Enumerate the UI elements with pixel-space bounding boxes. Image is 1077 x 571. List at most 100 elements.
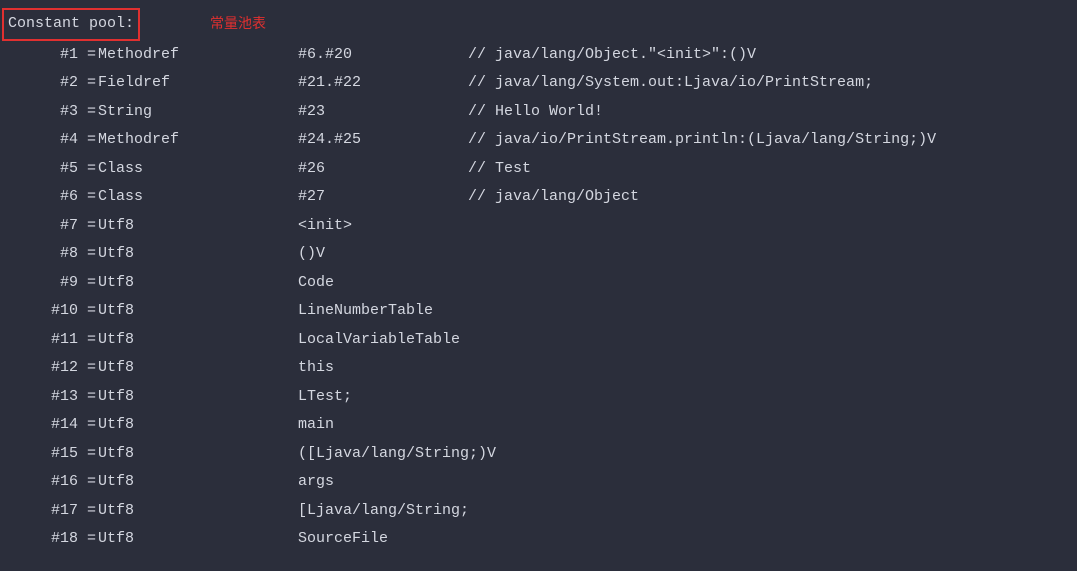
- entry-index: #18: [0, 525, 78, 554]
- entry-ref: #26: [298, 155, 468, 184]
- entry-ref: LocalVariableTable: [298, 326, 468, 355]
- entry-ref: #21.#22: [298, 69, 468, 98]
- entry-type: Utf8: [98, 240, 298, 269]
- entry-equals: =: [78, 354, 98, 383]
- table-row: #7 = Utf8<init>: [0, 212, 1077, 241]
- entry-index: #8: [0, 240, 78, 269]
- entry-comment: // java/lang/Object."<init>":()V: [468, 41, 756, 70]
- entry-equals: =: [78, 69, 98, 98]
- entry-type: Utf8: [98, 297, 298, 326]
- entry-type: Class: [98, 155, 298, 184]
- entry-index: #9: [0, 269, 78, 298]
- table-row: #1 = Methodref#6.#20// java/lang/Object.…: [0, 41, 1077, 70]
- entry-index: #14: [0, 411, 78, 440]
- table-row: #10 = Utf8LineNumberTable: [0, 297, 1077, 326]
- entry-index: #2: [0, 69, 78, 98]
- entry-ref: #27: [298, 183, 468, 212]
- entry-type: Methodref: [98, 41, 298, 70]
- entry-index: #6: [0, 183, 78, 212]
- entry-equals: =: [78, 212, 98, 241]
- entry-comment: // java/lang/System.out:Ljava/io/PrintSt…: [468, 69, 873, 98]
- header-annotation: 常量池表: [210, 10, 266, 37]
- entry-equals: =: [78, 525, 98, 554]
- entry-index: #16: [0, 468, 78, 497]
- entry-ref: Code: [298, 269, 468, 298]
- table-row: #4 = Methodref#24.#25// java/io/PrintStr…: [0, 126, 1077, 155]
- table-row: #14 = Utf8main: [0, 411, 1077, 440]
- entry-equals: =: [78, 468, 98, 497]
- entry-equals: =: [78, 41, 98, 70]
- entry-type: Utf8: [98, 497, 298, 526]
- entry-equals: =: [78, 240, 98, 269]
- entry-ref: LineNumberTable: [298, 297, 468, 326]
- table-row: #3 = String#23// Hello World!: [0, 98, 1077, 127]
- table-row: #9 = Utf8Code: [0, 269, 1077, 298]
- entry-type: Utf8: [98, 525, 298, 554]
- table-row: #17 = Utf8[Ljava/lang/String;: [0, 497, 1077, 526]
- entry-type: Utf8: [98, 269, 298, 298]
- entry-comment: // Test: [468, 155, 531, 184]
- entry-index: #5: [0, 155, 78, 184]
- entry-equals: =: [78, 155, 98, 184]
- entry-comment: // Hello World!: [468, 98, 603, 127]
- entry-index: #15: [0, 440, 78, 469]
- table-row: #18 = Utf8SourceFile: [0, 525, 1077, 554]
- entry-index: #4: [0, 126, 78, 155]
- entry-comment: // java/io/PrintStream.println:(Ljava/la…: [468, 126, 936, 155]
- entry-type: Utf8: [98, 468, 298, 497]
- entry-ref: [Ljava/lang/String;: [298, 497, 468, 526]
- table-row: #16 = Utf8args: [0, 468, 1077, 497]
- table-row: #13 = Utf8LTest;: [0, 383, 1077, 412]
- entry-index: #17: [0, 497, 78, 526]
- entry-type: Utf8: [98, 212, 298, 241]
- entry-ref: #6.#20: [298, 41, 468, 70]
- entry-ref: #24.#25: [298, 126, 468, 155]
- entry-ref: args: [298, 468, 468, 497]
- entry-ref: ([Ljava/lang/String;)V: [298, 440, 468, 469]
- entry-type: Utf8: [98, 354, 298, 383]
- header-title: Constant pool:: [2, 8, 140, 41]
- entry-type: Utf8: [98, 326, 298, 355]
- table-row: #2 = Fieldref#21.#22// java/lang/System.…: [0, 69, 1077, 98]
- entry-index: #11: [0, 326, 78, 355]
- entry-equals: =: [78, 383, 98, 412]
- entry-equals: =: [78, 497, 98, 526]
- table-row: #8 = Utf8()V: [0, 240, 1077, 269]
- entry-type: Utf8: [98, 440, 298, 469]
- entry-comment: // java/lang/Object: [468, 183, 639, 212]
- entry-type: Methodref: [98, 126, 298, 155]
- entry-type: Class: [98, 183, 298, 212]
- entry-index: #10: [0, 297, 78, 326]
- entry-index: #13: [0, 383, 78, 412]
- entry-index: #1: [0, 41, 78, 70]
- entry-type: Utf8: [98, 383, 298, 412]
- entry-ref: <init>: [298, 212, 468, 241]
- table-row: #5 = Class#26// Test: [0, 155, 1077, 184]
- entry-index: #12: [0, 354, 78, 383]
- entry-ref: SourceFile: [298, 525, 468, 554]
- entry-ref: ()V: [298, 240, 468, 269]
- entry-equals: =: [78, 440, 98, 469]
- entry-ref: this: [298, 354, 468, 383]
- entry-equals: =: [78, 269, 98, 298]
- entry-type: String: [98, 98, 298, 127]
- table-row: #6 = Class#27// java/lang/Object: [0, 183, 1077, 212]
- entry-index: #3: [0, 98, 78, 127]
- entry-equals: =: [78, 126, 98, 155]
- entry-equals: =: [78, 326, 98, 355]
- entry-equals: =: [78, 98, 98, 127]
- constant-pool-table: #1 = Methodref#6.#20// java/lang/Object.…: [0, 41, 1077, 554]
- table-row: #15 = Utf8([Ljava/lang/String;)V: [0, 440, 1077, 469]
- entry-type: Utf8: [98, 411, 298, 440]
- table-row: #11 = Utf8LocalVariableTable: [0, 326, 1077, 355]
- entry-ref: LTest;: [298, 383, 468, 412]
- header-row: Constant pool: 常量池表: [0, 8, 1077, 41]
- entry-ref: main: [298, 411, 468, 440]
- table-row: #12 = Utf8this: [0, 354, 1077, 383]
- entry-equals: =: [78, 297, 98, 326]
- entry-equals: =: [78, 411, 98, 440]
- entry-equals: =: [78, 183, 98, 212]
- entry-index: #7: [0, 212, 78, 241]
- entry-type: Fieldref: [98, 69, 298, 98]
- entry-ref: #23: [298, 98, 468, 127]
